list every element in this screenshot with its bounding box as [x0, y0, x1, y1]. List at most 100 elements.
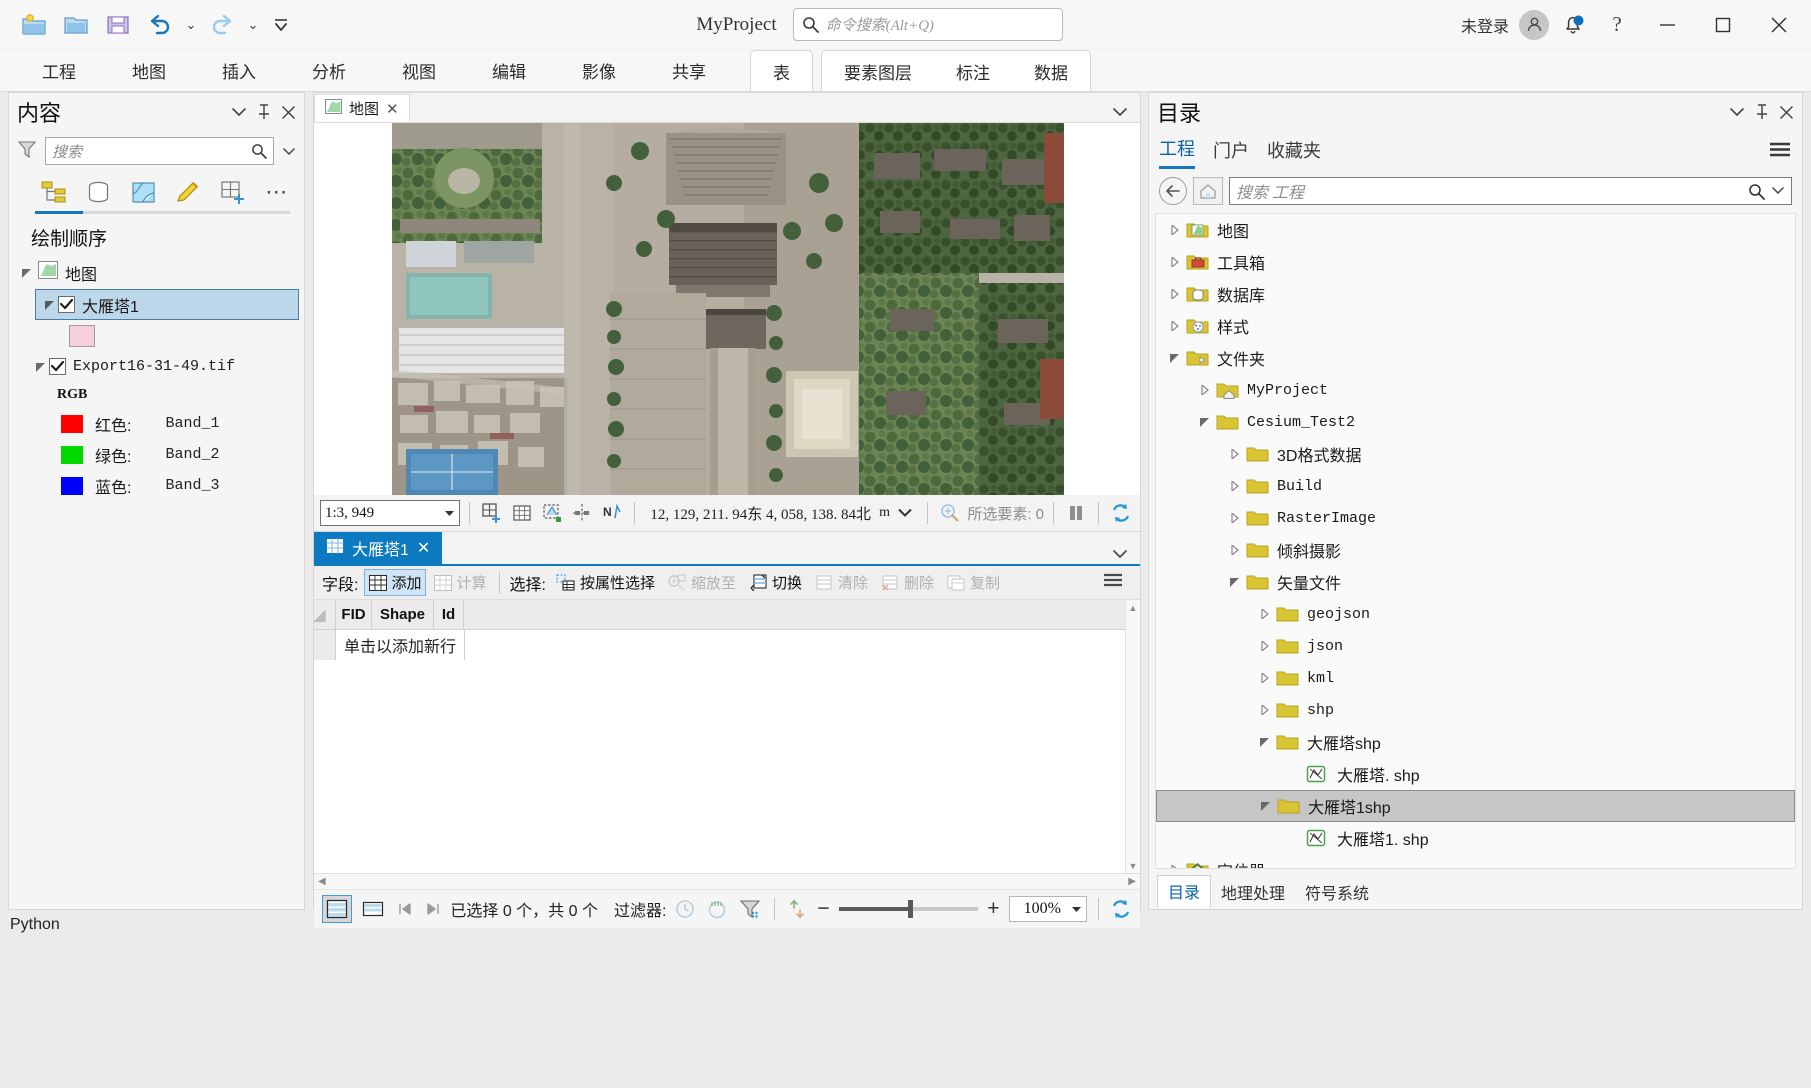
redo-dropdown-icon[interactable]: ⌄ [244, 7, 262, 43]
undo-icon[interactable] [140, 7, 180, 43]
catalog-tree-item[interactable]: json [1156, 630, 1795, 662]
maximize-button[interactable] [1697, 0, 1749, 50]
catalog-options-menu-icon[interactable] [1768, 141, 1792, 163]
layer-checkbox-raster[interactable] [49, 358, 66, 375]
table-corner-cell[interactable] [312, 600, 336, 629]
bottom-tab-geoprocessing[interactable]: 地理处理 [1211, 877, 1295, 908]
table-collapse-icon[interactable] [1100, 546, 1140, 564]
toc-row-layer-dayanta1[interactable]: 大雁塔1 [35, 289, 299, 320]
undo-dropdown-icon[interactable]: ⌄ [182, 7, 200, 43]
catalog-tab-portal[interactable]: 门户 [1213, 137, 1249, 168]
catalog-tab-favorites[interactable]: 收藏夹 [1267, 137, 1321, 168]
pause-drawing-icon[interactable] [1063, 500, 1089, 526]
add-field-button[interactable]: 添加 [364, 569, 427, 596]
ribbon-tab-view[interactable]: 视图 [374, 50, 464, 91]
chevron-down-icon[interactable] [444, 504, 455, 522]
bottom-tab-symbology[interactable]: 符号系统 [1295, 877, 1379, 908]
bottom-tab-catalog[interactable]: 目录 [1157, 875, 1212, 908]
coordinate-unit-chevron-icon[interactable] [898, 504, 912, 522]
table-horizontal-scrollbar[interactable]: ◀ ▶ [314, 874, 1140, 890]
catalog-tree-item[interactable]: RasterImage [1156, 502, 1795, 534]
catalog-tree-item[interactable]: geojson [1156, 598, 1795, 630]
ribbon-tab-map[interactable]: 地图 [104, 50, 194, 91]
attribute-table-grid[interactable]: FID Shape Id 单击以添加新行 ▲ ▼ [312, 600, 1140, 874]
ribbon-tab-edit[interactable]: 编辑 [464, 50, 554, 91]
list-by-editing-icon[interactable] [169, 175, 208, 209]
expander-collapsed-icon[interactable] [1254, 705, 1276, 715]
open-project-icon[interactable] [56, 7, 96, 43]
table-vertical-scrollbar[interactable]: ▲ ▼ [1125, 600, 1140, 873]
expander-expanded-icon[interactable] [42, 300, 58, 310]
table-new-row-text[interactable]: 单击以添加新行 [336, 630, 466, 660]
avatar[interactable] [1519, 9, 1550, 40]
toc-row-band-blue[interactable]: 蓝色: Band_3 [13, 470, 300, 501]
list-by-drawing-order-icon[interactable] [35, 175, 74, 209]
expander-collapsed-icon[interactable] [1164, 225, 1186, 235]
catalog-back-icon[interactable] [1159, 177, 1187, 205]
catalog-search-input[interactable]: 搜索 工程 [1229, 177, 1792, 205]
table-column-header-shape[interactable]: Shape [372, 600, 434, 629]
contents-more-icon[interactable]: ⋯ [258, 175, 297, 209]
expander-expanded-icon[interactable] [19, 268, 35, 278]
ribbon-tab-labeling[interactable]: 标注 [934, 51, 1012, 91]
command-search-input[interactable]: 命令搜索(Alt+Q) [792, 8, 1063, 41]
catalog-tree-item[interactable]: kml [1156, 662, 1795, 694]
list-by-data-source-icon[interactable] [80, 175, 119, 209]
catalog-home-icon[interactable] [1193, 177, 1223, 205]
catalog-pin-icon[interactable] [1755, 104, 1769, 120]
expander-expanded-icon[interactable] [1224, 577, 1246, 587]
expander-collapsed-icon[interactable] [1224, 513, 1246, 523]
catalog-tab-project[interactable]: 工程 [1159, 135, 1195, 169]
table-tab-close-icon[interactable]: ✕ [417, 538, 430, 558]
scroll-left-icon[interactable]: ◀ [318, 876, 326, 887]
add-selection-icon[interactable] [479, 500, 505, 526]
refresh-map-icon[interactable] [1108, 500, 1134, 526]
redo-icon[interactable] [202, 7, 242, 43]
switch-selection-button[interactable]: 切换 [744, 570, 806, 595]
catalog-tree-item[interactable]: shp [1156, 694, 1795, 726]
table-tab-dayanta1[interactable]: 大雁塔1 ✕ [314, 532, 443, 564]
expander-expanded-icon[interactable] [1255, 801, 1277, 811]
sign-in-label[interactable]: 未登录 [1461, 13, 1509, 37]
table-options-menu-icon[interactable] [1094, 572, 1132, 593]
expander-expanded-icon[interactable] [33, 362, 49, 372]
map-canvas[interactable]: Google [314, 123, 1140, 495]
python-status-bar[interactable]: Python [0, 910, 1811, 940]
catalog-tree-item[interactable]: 倾斜摄影 [1156, 534, 1795, 566]
catalog-tree-item[interactable]: 定位器 [1156, 854, 1795, 868]
contents-search-options-chevron-icon[interactable] [282, 147, 296, 156]
close-button[interactable] [1753, 0, 1805, 50]
expander-collapsed-icon[interactable] [1224, 545, 1246, 555]
catalog-tree-item[interactable]: MyProject [1156, 374, 1795, 406]
expander-collapsed-icon[interactable] [1254, 609, 1276, 619]
toc-row-layer-symbol[interactable] [13, 320, 300, 351]
scroll-up-icon[interactable]: ▲ [1126, 600, 1140, 615]
expander-collapsed-icon[interactable] [1164, 289, 1186, 299]
notifications-icon[interactable] [1553, 5, 1593, 45]
catalog-tree-item[interactable]: 地图 [1156, 214, 1795, 246]
catalog-tree-item[interactable]: 样式 [1156, 310, 1795, 342]
ribbon-tab-analysis[interactable]: 分析 [284, 50, 374, 91]
ribbon-tab-share[interactable]: 共享 [644, 50, 734, 91]
contents-pin-icon[interactable] [257, 104, 271, 120]
table-column-header-fid[interactable]: FID [336, 600, 372, 629]
minimize-button[interactable] [1641, 0, 1693, 50]
ribbon-tab-insert[interactable]: 插入 [194, 50, 284, 91]
catalog-tree-item[interactable]: 矢量文件 [1156, 566, 1795, 598]
toc-row-band-green[interactable]: 绿色: Band_2 [13, 439, 300, 470]
north-arrow-icon[interactable]: N [599, 500, 625, 526]
toc-row-map[interactable]: 地图 [13, 257, 300, 288]
map-view-tab-close-icon[interactable]: ✕ [386, 100, 399, 118]
expander-expanded-icon[interactable] [1254, 737, 1276, 747]
map-view-tab[interactable]: 地图 ✕ [314, 94, 410, 122]
catalog-menu-chevron-icon[interactable] [1729, 107, 1745, 117]
selected-features-icon[interactable] [937, 500, 963, 526]
grid-icon[interactable] [509, 500, 535, 526]
expander-collapsed-icon[interactable] [1254, 673, 1276, 683]
catalog-search-options-chevron-icon[interactable] [1771, 182, 1785, 200]
help-icon[interactable]: ? [1597, 5, 1637, 45]
ribbon-tab-imagery[interactable]: 影像 [554, 50, 644, 91]
catalog-tree-item[interactable]: 文件夹 [1156, 342, 1795, 374]
catalog-tree-item[interactable]: 大雁塔1shp [1156, 790, 1795, 822]
catalog-tree-item[interactable]: Cesium_Test2 [1156, 406, 1795, 438]
